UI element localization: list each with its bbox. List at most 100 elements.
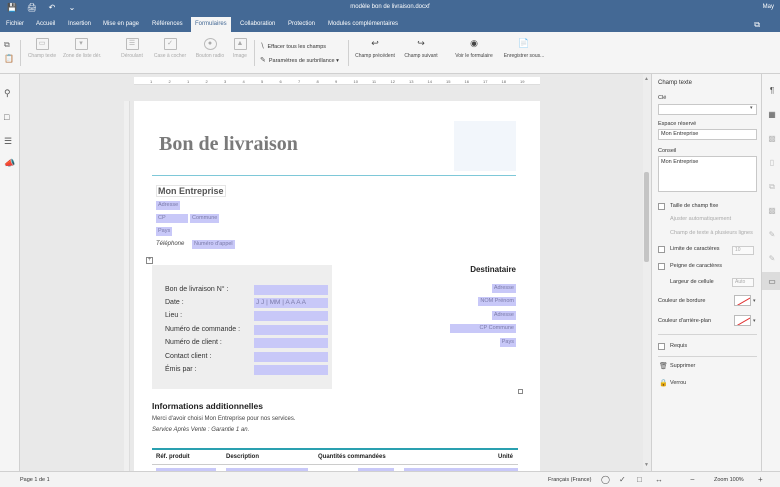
horizontal-ruler[interactable]: 1 2 1 2 3 4 5 6 7 8 9 10 11 12 13 14 15 16 17 18 19 (134, 77, 540, 85)
tab-references[interactable]: Références (148, 17, 187, 32)
paragraph-settings-icon[interactable]: ¶ (767, 86, 777, 95)
document-title: modèle bon de livraison.docxf (350, 4, 430, 10)
previous-field-button[interactable]: ↩ Champ précédent (353, 38, 397, 59)
char-limit-input[interactable]: 10 (732, 246, 754, 255)
tip-textarea[interactable]: Mon Entreprise (658, 156, 757, 192)
char-limit-checkbox[interactable] (658, 246, 665, 253)
tab-protection[interactable]: Protection (284, 17, 319, 32)
delete-button[interactable]: Supprimer (670, 363, 695, 369)
zoom-out-icon[interactable]: − (690, 475, 695, 484)
order-number-field[interactable] (254, 325, 328, 335)
user-name[interactable]: May (763, 4, 774, 10)
required-checkbox[interactable] (658, 343, 665, 350)
zoom-in-icon[interactable]: + (758, 475, 763, 484)
page-counter[interactable]: Page 1 de 1 (20, 477, 50, 483)
company-name-field[interactable]: Mon Entreprise (156, 185, 226, 197)
comb-checkbox[interactable] (658, 263, 665, 270)
tab-collaboration[interactable]: Collaboration (236, 17, 279, 32)
search-icon[interactable]: ⚲ (4, 88, 11, 99)
save-form-icon: 📄 (518, 38, 530, 48)
copy-icon[interactable]: ⧉ (4, 40, 14, 54)
chevron-down-icon[interactable]: ▾ (753, 318, 756, 324)
date-field[interactable]: J J | MM | A A A A (254, 298, 328, 308)
combo-box-button[interactable]: ▾ Zone de liste dér. (63, 38, 101, 59)
dropdown-button[interactable]: ☰ Déroulant (114, 38, 150, 59)
logo-placeholder[interactable] (454, 121, 516, 171)
form-settings-icon[interactable]: ▭ (767, 277, 777, 286)
spellcheck-icon[interactable]: ✓ (619, 475, 626, 484)
tab-formulaires[interactable]: Formulaires (191, 17, 231, 32)
table-settings-icon[interactable]: ▦ (767, 110, 777, 119)
recipient-name-field[interactable]: NOM Prénom (478, 297, 516, 306)
client-contact-field[interactable] (254, 352, 328, 362)
key-select[interactable] (658, 104, 757, 115)
next-field-button[interactable]: ↪ Champ suivant (401, 38, 441, 59)
textart-settings-icon[interactable]: ✎ (767, 230, 777, 239)
postal-code-field[interactable]: CP (156, 214, 188, 223)
vertical-scrollbar[interactable]: ▲ ▼ (643, 74, 651, 471)
toolbar: ⧉ 📋 ▭ Champ texte ▾ Zone de liste dér. ☰ Dé… (0, 32, 780, 74)
fit-page-icon[interactable]: □ (637, 475, 642, 484)
recipient-country-field[interactable]: Pays (499, 338, 516, 347)
border-color-picker[interactable] (734, 295, 751, 306)
open-location-icon[interactable]: ⧉ (754, 20, 760, 30)
country-field[interactable]: Pays (156, 227, 173, 236)
signature-settings-icon[interactable]: ✎ (767, 254, 777, 263)
date-label: Date : (165, 299, 184, 306)
tab-insertion[interactable]: Insertion (64, 17, 95, 32)
scroll-down-icon[interactable]: ▼ (644, 462, 649, 468)
comments-icon[interactable]: □ (4, 112, 9, 122)
feedback-icon[interactable]: 📣 (4, 158, 15, 169)
header-footer-icon[interactable]: ▯ (767, 158, 777, 167)
lock-icon[interactable]: 🔒 (659, 379, 668, 387)
bg-color-picker[interactable] (734, 315, 751, 326)
fixed-size-checkbox[interactable] (658, 203, 665, 210)
ruler-tick-label: 18 (501, 79, 506, 84)
cell-width-input[interactable]: Auto (732, 278, 754, 287)
recipient-address-field[interactable]: Adresse (491, 284, 516, 293)
navigation-icon[interactable]: ☰ (4, 136, 12, 147)
globe-icon[interactable]: ◯ (601, 475, 610, 484)
cell-width-label: Largeur de cellule (670, 279, 714, 285)
issued-by-field[interactable] (254, 365, 328, 375)
lock-button[interactable]: Verrou (670, 380, 686, 386)
chart-settings-icon[interactable]: ▩ (767, 206, 777, 215)
tab-modules[interactable]: Modules complémentaires (324, 17, 402, 32)
text-field-button[interactable]: ▭ Champ texte (24, 38, 60, 59)
recipient-street-field[interactable]: Adresse (491, 311, 516, 320)
address-field[interactable]: Adresse (156, 201, 181, 210)
resize-handle[interactable] (518, 389, 523, 394)
trash-icon[interactable]: 🗑 (659, 362, 668, 370)
checkbox-button[interactable]: ✓ Case à cocher (152, 38, 188, 59)
image-field-button[interactable]: ▲ Image (222, 38, 258, 59)
document-page[interactable]: Bon de livraison Mon Entreprise Adresse … (134, 101, 540, 471)
delivery-number-field[interactable] (254, 285, 328, 295)
tab-mise-en-page[interactable]: Mise en page (99, 17, 143, 32)
view-form-button[interactable]: ◉ Voir le formulaire (452, 38, 496, 59)
image-settings-icon[interactable]: ▩ (767, 134, 777, 143)
fit-width-icon[interactable]: ↔ (655, 475, 663, 484)
title-bar: 💾 🖨 ↶ ⌄ modèle bon de livraison.docxf Ma… (0, 0, 780, 17)
telephone-field[interactable]: Numéro d'appel (192, 240, 235, 249)
city-field[interactable]: Commune (190, 214, 220, 223)
ruler-tick-label: 12 (390, 79, 395, 84)
scroll-up-icon[interactable]: ▲ (644, 76, 649, 82)
zoom-level[interactable]: Zoom 100% (714, 477, 744, 483)
text-field-icon: ▭ (35, 38, 49, 50)
recipient-city-field[interactable]: CP Commune (450, 324, 516, 333)
clear-fields-button[interactable]: ∖ Effacer tous les champs (260, 42, 326, 50)
save-as-button[interactable]: 📄 Enregistrer sous... (501, 38, 547, 59)
language-selector[interactable]: Français (France) (548, 477, 591, 483)
chevron-down-icon[interactable]: ▾ (753, 298, 756, 304)
shape-settings-icon[interactable]: ⧉ (767, 182, 777, 192)
paste-icon[interactable]: 📋 (4, 54, 14, 68)
client-number-field[interactable] (254, 338, 328, 348)
tab-accueil[interactable]: Accueil (32, 17, 59, 32)
table-move-handle[interactable]: + (146, 257, 153, 264)
scrollbar-thumb[interactable] (644, 172, 649, 262)
place-field[interactable] (254, 311, 328, 321)
tab-fichier[interactable]: Fichier (2, 17, 28, 32)
chevron-down-icon[interactable]: ▾ (750, 105, 753, 111)
highlight-settings-button[interactable]: ✎ Paramètres de surbrillance ▾ (260, 56, 339, 64)
placeholder-input[interactable]: Mon Entreprise (658, 129, 757, 140)
